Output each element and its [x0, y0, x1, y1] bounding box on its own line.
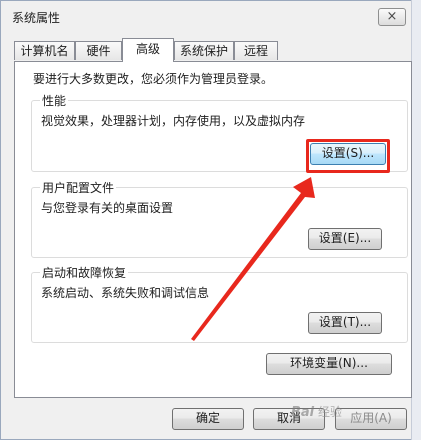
performance-description: 视觉效果，处理器计划，内存使用，以及虚拟内存 [41, 114, 306, 128]
close-button[interactable]: × [378, 8, 406, 26]
watermark-text: 经验 [317, 405, 342, 419]
user-profiles-settings-button[interactable]: 设置(E)... [308, 228, 382, 250]
user-profiles-title: 用户配置文件 [40, 179, 117, 196]
tab-remote[interactable]: 远程 [234, 41, 278, 60]
startup-recovery-settings-button[interactable]: 设置(T)... [308, 312, 382, 334]
close-icon: × [386, 9, 398, 24]
tab-advanced[interactable]: 高级 [122, 38, 174, 62]
system-properties-window: 系统属性 × 计算机名 硬件 高级 系统保护 远程 要进行大多数更改，您必须作为… [0, 0, 421, 440]
apply-button[interactable]: 应用(A) [335, 408, 407, 430]
ok-button[interactable]: 确定 [172, 408, 244, 430]
startup-recovery-title: 启动和故障恢复 [40, 264, 129, 281]
watermark: Bai 经验 [291, 403, 342, 420]
tab-system-protection[interactable]: 系统保护 [174, 41, 234, 60]
performance-title: 性能 [40, 92, 69, 109]
performance-settings-button[interactable]: 设置(S)... [310, 143, 386, 165]
environment-variables-button[interactable]: 环境变量(N)... [266, 353, 392, 375]
window-title: 系统属性 [12, 11, 61, 25]
user-profiles-description: 与您登录有关的桌面设置 [41, 201, 174, 215]
background-window-edge [411, 0, 421, 440]
title-bar: 系统属性 × [1, 1, 412, 31]
admin-notice: 要进行大多数更改，您必须作为管理员登录。 [33, 72, 274, 86]
startup-recovery-description: 系统启动、系统失败和调试信息 [41, 286, 210, 300]
tab-computer-name[interactable]: 计算机名 [14, 41, 75, 60]
tab-hardware[interactable]: 硬件 [75, 41, 122, 60]
watermark-logo: Bai [291, 405, 315, 420]
